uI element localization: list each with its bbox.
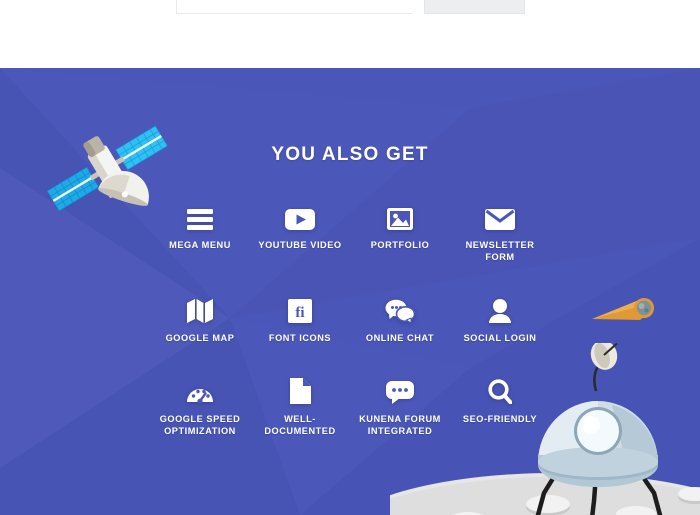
email-input[interactable] [176, 0, 412, 14]
feature-label: SEO-FRIENDLY [462, 414, 538, 424]
speech-bubbles-icon [385, 293, 415, 323]
feature-seo-friendly[interactable]: SEO-FRIENDLY [450, 374, 550, 437]
section-title: YOU ALSO GET [271, 144, 429, 165]
feature-label: KUNENA FORUM INTEGRATED [359, 414, 441, 436]
features-grid: MEGA MENU YOUTUBE VIDEO PORTFOLIO NEWSLE… [150, 200, 550, 437]
feature-label: SOCIAL LOGIN [463, 333, 537, 343]
image-picture-icon [387, 200, 413, 230]
user-person-icon [489, 293, 511, 323]
comment-bubble-icon [386, 374, 414, 404]
comet-meteor-illustration [592, 298, 654, 320]
document-file-icon [289, 374, 311, 404]
feature-google-map[interactable]: GOOGLE MAP [150, 293, 250, 344]
subscribe-form [176, 0, 525, 14]
feature-mega-menu[interactable]: MEGA MENU [150, 200, 250, 263]
feature-social-login[interactable]: SOCIAL LOGIN [450, 293, 550, 344]
features-space-section: YOU ALSO GET MEGA MENU YOUTUBE VIDEO POR… [0, 68, 700, 515]
hamburger-menu-icon [187, 200, 213, 230]
svg-text:fi: fi [295, 305, 304, 321]
feature-google-speed-optimization[interactable]: GOOGLE SPEED OPTIMIZATION [150, 374, 250, 437]
feature-youtube-video[interactable]: YOUTUBE VIDEO [250, 200, 350, 263]
feature-label: YOUTUBE VIDEO [258, 240, 342, 250]
feature-label: GOOGLE SPEED OPTIMIZATION [159, 414, 241, 436]
feature-label: PORTFOLIO [370, 240, 430, 250]
feature-label: FONT ICONS [268, 333, 332, 343]
feature-kunena-forum-integrated[interactable]: KUNENA FORUM INTEGRATED [350, 374, 450, 437]
feature-label: MEGA MENU [169, 240, 231, 250]
speedometer-icon [187, 374, 213, 404]
magnifier-search-icon [488, 374, 512, 404]
envelope-icon [485, 200, 515, 230]
play-video-icon [285, 200, 315, 230]
feature-well-documented[interactable]: WELL- DOCUMENTED [250, 374, 350, 437]
map-icon [187, 293, 213, 323]
feature-portfolio[interactable]: PORTFOLIO [350, 200, 450, 263]
feature-label: NEWSLETTER FORM [465, 240, 535, 262]
feature-label: GOOGLE MAP [165, 333, 235, 343]
font-icons-icon: fi [288, 293, 312, 323]
top-form-strip [0, 0, 700, 68]
feature-font-icons[interactable]: fi FONT ICONS [250, 293, 350, 344]
page-root: YOU ALSO GET MEGA MENU YOUTUBE VIDEO POR… [0, 0, 700, 515]
submit-button[interactable] [424, 0, 525, 14]
feature-label: ONLINE CHAT [365, 333, 435, 343]
feature-online-chat[interactable]: ONLINE CHAT [350, 293, 450, 344]
feature-label: WELL- DOCUMENTED [264, 414, 336, 436]
feature-newsletter-form[interactable]: NEWSLETTER FORM [450, 200, 550, 263]
